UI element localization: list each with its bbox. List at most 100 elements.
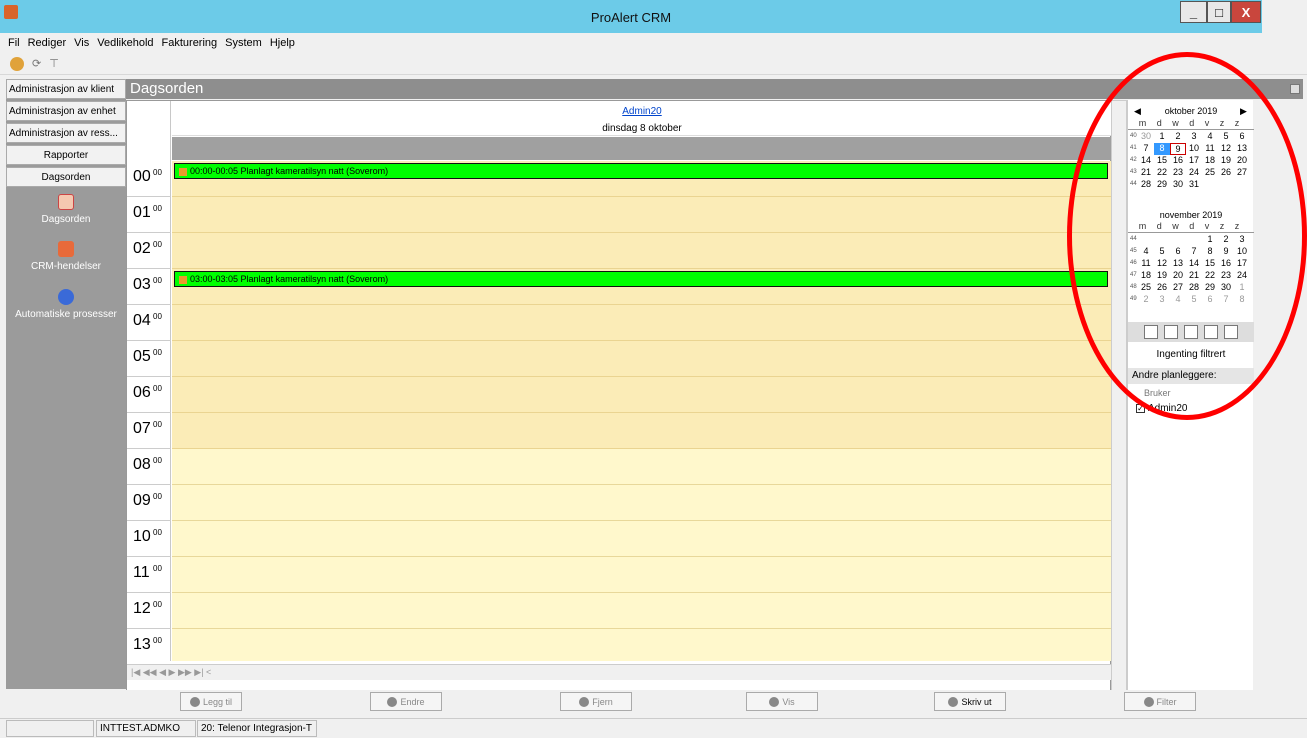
hour-row: 04 00 <box>127 305 171 341</box>
hour-row: 13 00 <box>127 629 171 665</box>
refresh-icon[interactable]: ⟳ <box>32 57 41 70</box>
minute-label: 00 <box>153 276 162 285</box>
nav-admin-klient[interactable]: Administrasjon av klient <box>6 79 126 99</box>
hour-row: 03 00 <box>127 269 171 305</box>
menu-fakturering[interactable]: Fakturering <box>162 37 218 49</box>
calendar-event[interactable]: 03:00-03:05 Planlagt kameratilsyn natt (… <box>174 271 1108 287</box>
menu-hjelp[interactable]: Hjelp <box>270 37 295 49</box>
nav-item-label: Automatiske prosesser <box>15 309 117 320</box>
menu-vedlikehold[interactable]: Vedlikehold <box>97 37 153 49</box>
nav-dagsorden[interactable]: Dagsorden <box>6 167 126 187</box>
minute-label: 00 <box>153 168 162 177</box>
magnifier-icon <box>769 696 780 707</box>
pin-icon[interactable] <box>1290 84 1300 94</box>
event-label: 03:00-03:05 Planlagt kameratilsyn natt (… <box>190 274 389 284</box>
nav-rapporter[interactable]: Rapporter <box>6 145 126 165</box>
hour-row: 06 00 <box>127 377 171 413</box>
calendar-icon <box>58 194 74 210</box>
grid-line <box>172 484 1112 485</box>
calendar-date: dinsdag 8 oktober <box>602 123 682 134</box>
status-org: 20: Telenor Integrasjon-T <box>197 720 317 737</box>
nav-admin-enhet[interactable]: Administrasjon av enhet <box>6 101 126 121</box>
menu-fil[interactable]: Fil <box>8 37 20 49</box>
print-label: Skriv ut <box>961 696 992 707</box>
hour-label: 01 <box>133 204 151 221</box>
menu-vis[interactable]: Vis <box>74 37 89 49</box>
hour-row: 02 00 <box>127 233 171 269</box>
status-empty <box>6 720 94 737</box>
hour-labels: 00 00 01 00 02 00 03 00 04 00 05 00 06 00 07 00 08 00 09 00… <box>127 161 171 665</box>
minute-label: 00 <box>153 384 162 393</box>
view-button[interactable]: Vis <box>746 692 818 711</box>
hour-row: 08 00 <box>127 449 171 485</box>
hour-label: 04 <box>133 312 151 329</box>
minute-label: 00 <box>153 492 162 501</box>
window-title: ProAlert CRM <box>590 10 672 25</box>
hour-row: 12 00 <box>127 593 171 629</box>
minute-label: 00 <box>153 564 162 573</box>
nav-panel: Administrasjon av klient Administrasjon … <box>6 79 126 689</box>
edit-icon <box>387 696 398 707</box>
minute-label: 00 <box>153 240 162 249</box>
remove-label: Fjern <box>592 696 613 707</box>
hour-label: 06 <box>133 384 151 401</box>
hour-label: 07 <box>133 420 151 437</box>
minute-label: 00 <box>153 528 162 537</box>
menu-bar: Fil Rediger Vis Vedlikehold Fakturering … <box>0 33 1307 53</box>
user-icon[interactable] <box>10 56 24 71</box>
add-icon <box>189 696 200 707</box>
hour-label: 13 <box>133 636 151 653</box>
nav-admin-ressurs[interactable]: Administrasjon av ress... <box>6 123 126 143</box>
remove-icon <box>579 696 590 707</box>
nav-item-automatiske[interactable]: Automatiske prosesser <box>6 289 126 320</box>
resource-user-link[interactable]: Admin20 <box>172 106 1112 117</box>
add-button[interactable]: Legg til <box>180 692 242 711</box>
process-icon <box>58 289 74 305</box>
minute-label: 00 <box>153 600 162 609</box>
hour-row: 07 00 <box>127 413 171 449</box>
page-title: Dagsorden <box>130 80 204 97</box>
close-button[interactable]: X <box>1231 1 1261 23</box>
filter-button[interactable]: Filter <box>1124 692 1196 711</box>
menu-system[interactable]: System <box>225 37 262 49</box>
hour-label: 11 <box>133 564 150 581</box>
hour-row: 09 00 <box>127 485 171 521</box>
filter-icon[interactable]: ⊤ <box>49 57 59 70</box>
night-shading <box>172 161 1112 449</box>
grid-line <box>172 592 1112 593</box>
minute-label: 00 <box>153 204 162 213</box>
edit-label: Endre <box>400 696 425 707</box>
hour-row: 00 00 <box>127 161 171 197</box>
hour-label: 03 <box>133 276 151 293</box>
calendar-nav-scrollbar[interactable]: |◀ ◀◀ ◀ ▶ ▶▶ ▶| < <box>127 664 1112 680</box>
all-day-area[interactable] <box>172 137 1112 160</box>
hour-row: 01 00 <box>127 197 171 233</box>
minute-label: 00 <box>153 312 162 321</box>
grid-line <box>172 520 1112 521</box>
add-label: Legg til <box>202 696 233 707</box>
time-grid[interactable] <box>172 161 1112 665</box>
remove-button[interactable]: Fjern <box>560 692 632 711</box>
nav-item-crm-hendelser[interactable]: CRM-hendelser <box>6 241 126 272</box>
calendar-event[interactable]: 00:00-00:05 Planlagt kameratilsyn natt (… <box>174 163 1108 179</box>
menu-rediger[interactable]: Rediger <box>28 37 67 49</box>
status-user: INTTEST.ADMKO <box>96 720 196 737</box>
nav-item-dagsorden[interactable]: Dagsorden <box>6 194 126 225</box>
recurring-icon <box>179 167 187 176</box>
hour-label: 02 <box>133 240 151 257</box>
event-label: 00:00-00:05 Planlagt kameratilsyn natt (… <box>190 166 389 176</box>
resource-header: Admin20 dinsdag 8 oktober <box>172 101 1112 136</box>
maximize-button[interactable]: □ <box>1207 1 1231 23</box>
minute-label: 00 <box>153 348 162 357</box>
hour-label: 09 <box>133 492 151 509</box>
hour-label: 10 <box>133 528 151 545</box>
minute-label: 00 <box>153 456 162 465</box>
minute-label: 00 <box>153 420 162 429</box>
event-icon <box>58 241 74 257</box>
hour-label: 12 <box>133 600 151 617</box>
toolbar: ⟳ ⊤ <box>0 53 1307 75</box>
print-button[interactable]: Skriv ut <box>934 692 1006 711</box>
edit-button[interactable]: Endre <box>370 692 442 711</box>
minimize-button[interactable]: _ <box>1180 1 1207 23</box>
view-label: Vis <box>782 696 795 707</box>
